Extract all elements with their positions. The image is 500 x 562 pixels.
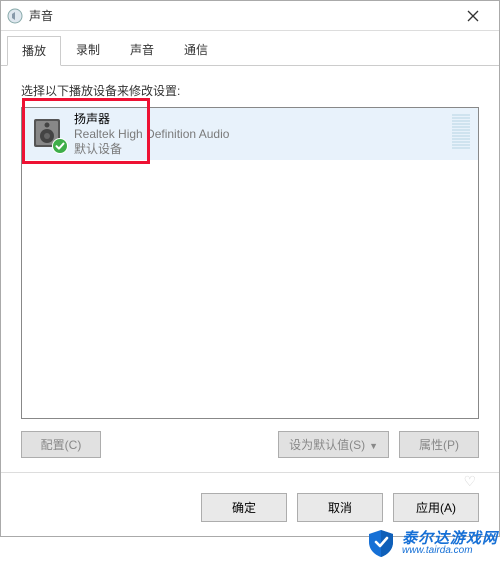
- apply-button[interactable]: 应用(A): [393, 493, 479, 522]
- device-buttons-row: 配置(C) 设为默认值(S) ▼ 属性(P): [21, 431, 479, 458]
- watermark: 泰尔达游戏网 www.tairda.com: [366, 528, 498, 558]
- device-icon-wrap: [30, 116, 66, 152]
- titlebar: 声音: [1, 1, 499, 31]
- watermark-url: www.tairda.com: [402, 546, 498, 556]
- tab-content: 选择以下播放设备来修改设置:: [1, 66, 499, 483]
- set-default-label: 设为默认值(S): [289, 438, 365, 452]
- ok-button[interactable]: 确定: [201, 493, 287, 522]
- set-default-button[interactable]: 设为默认值(S) ▼: [278, 431, 389, 458]
- device-description: Realtek High Definition Audio: [74, 127, 229, 142]
- watermark-cn: 泰尔达游戏网: [402, 531, 498, 546]
- close-button[interactable]: [453, 4, 493, 28]
- window-title: 声音: [29, 7, 453, 24]
- device-item-speakers[interactable]: 扬声器 Realtek High Definition Audio 默认设备: [22, 108, 478, 160]
- device-name: 扬声器: [74, 112, 229, 127]
- instruction-text: 选择以下播放设备来修改设置:: [21, 82, 479, 99]
- cancel-button[interactable]: 取消: [297, 493, 383, 522]
- chevron-down-icon: ▼: [369, 441, 378, 451]
- properties-button[interactable]: 属性(P): [399, 431, 479, 458]
- tab-strip: 播放 录制 声音 通信: [1, 31, 499, 66]
- tab-playback[interactable]: 播放: [7, 36, 61, 66]
- default-check-icon: [52, 138, 68, 154]
- sound-dialog: 声音 播放 录制 声音 通信 选择以下播放设备来修改设置:: [0, 0, 500, 537]
- sound-icon: [7, 8, 23, 24]
- tab-sounds[interactable]: 声音: [115, 35, 169, 65]
- device-list[interactable]: 扬声器 Realtek High Definition Audio 默认设备: [21, 107, 479, 419]
- tab-communications[interactable]: 通信: [169, 35, 223, 65]
- tab-recording[interactable]: 录制: [61, 35, 115, 65]
- level-meter: [452, 114, 470, 149]
- configure-button[interactable]: 配置(C): [21, 431, 101, 458]
- device-status: 默认设备: [74, 142, 229, 157]
- shield-icon: [366, 528, 396, 558]
- device-texts: 扬声器 Realtek High Definition Audio 默认设备: [74, 112, 229, 157]
- heart-icon: ♡: [463, 473, 476, 490]
- close-icon: [467, 10, 479, 22]
- divider: [1, 472, 499, 473]
